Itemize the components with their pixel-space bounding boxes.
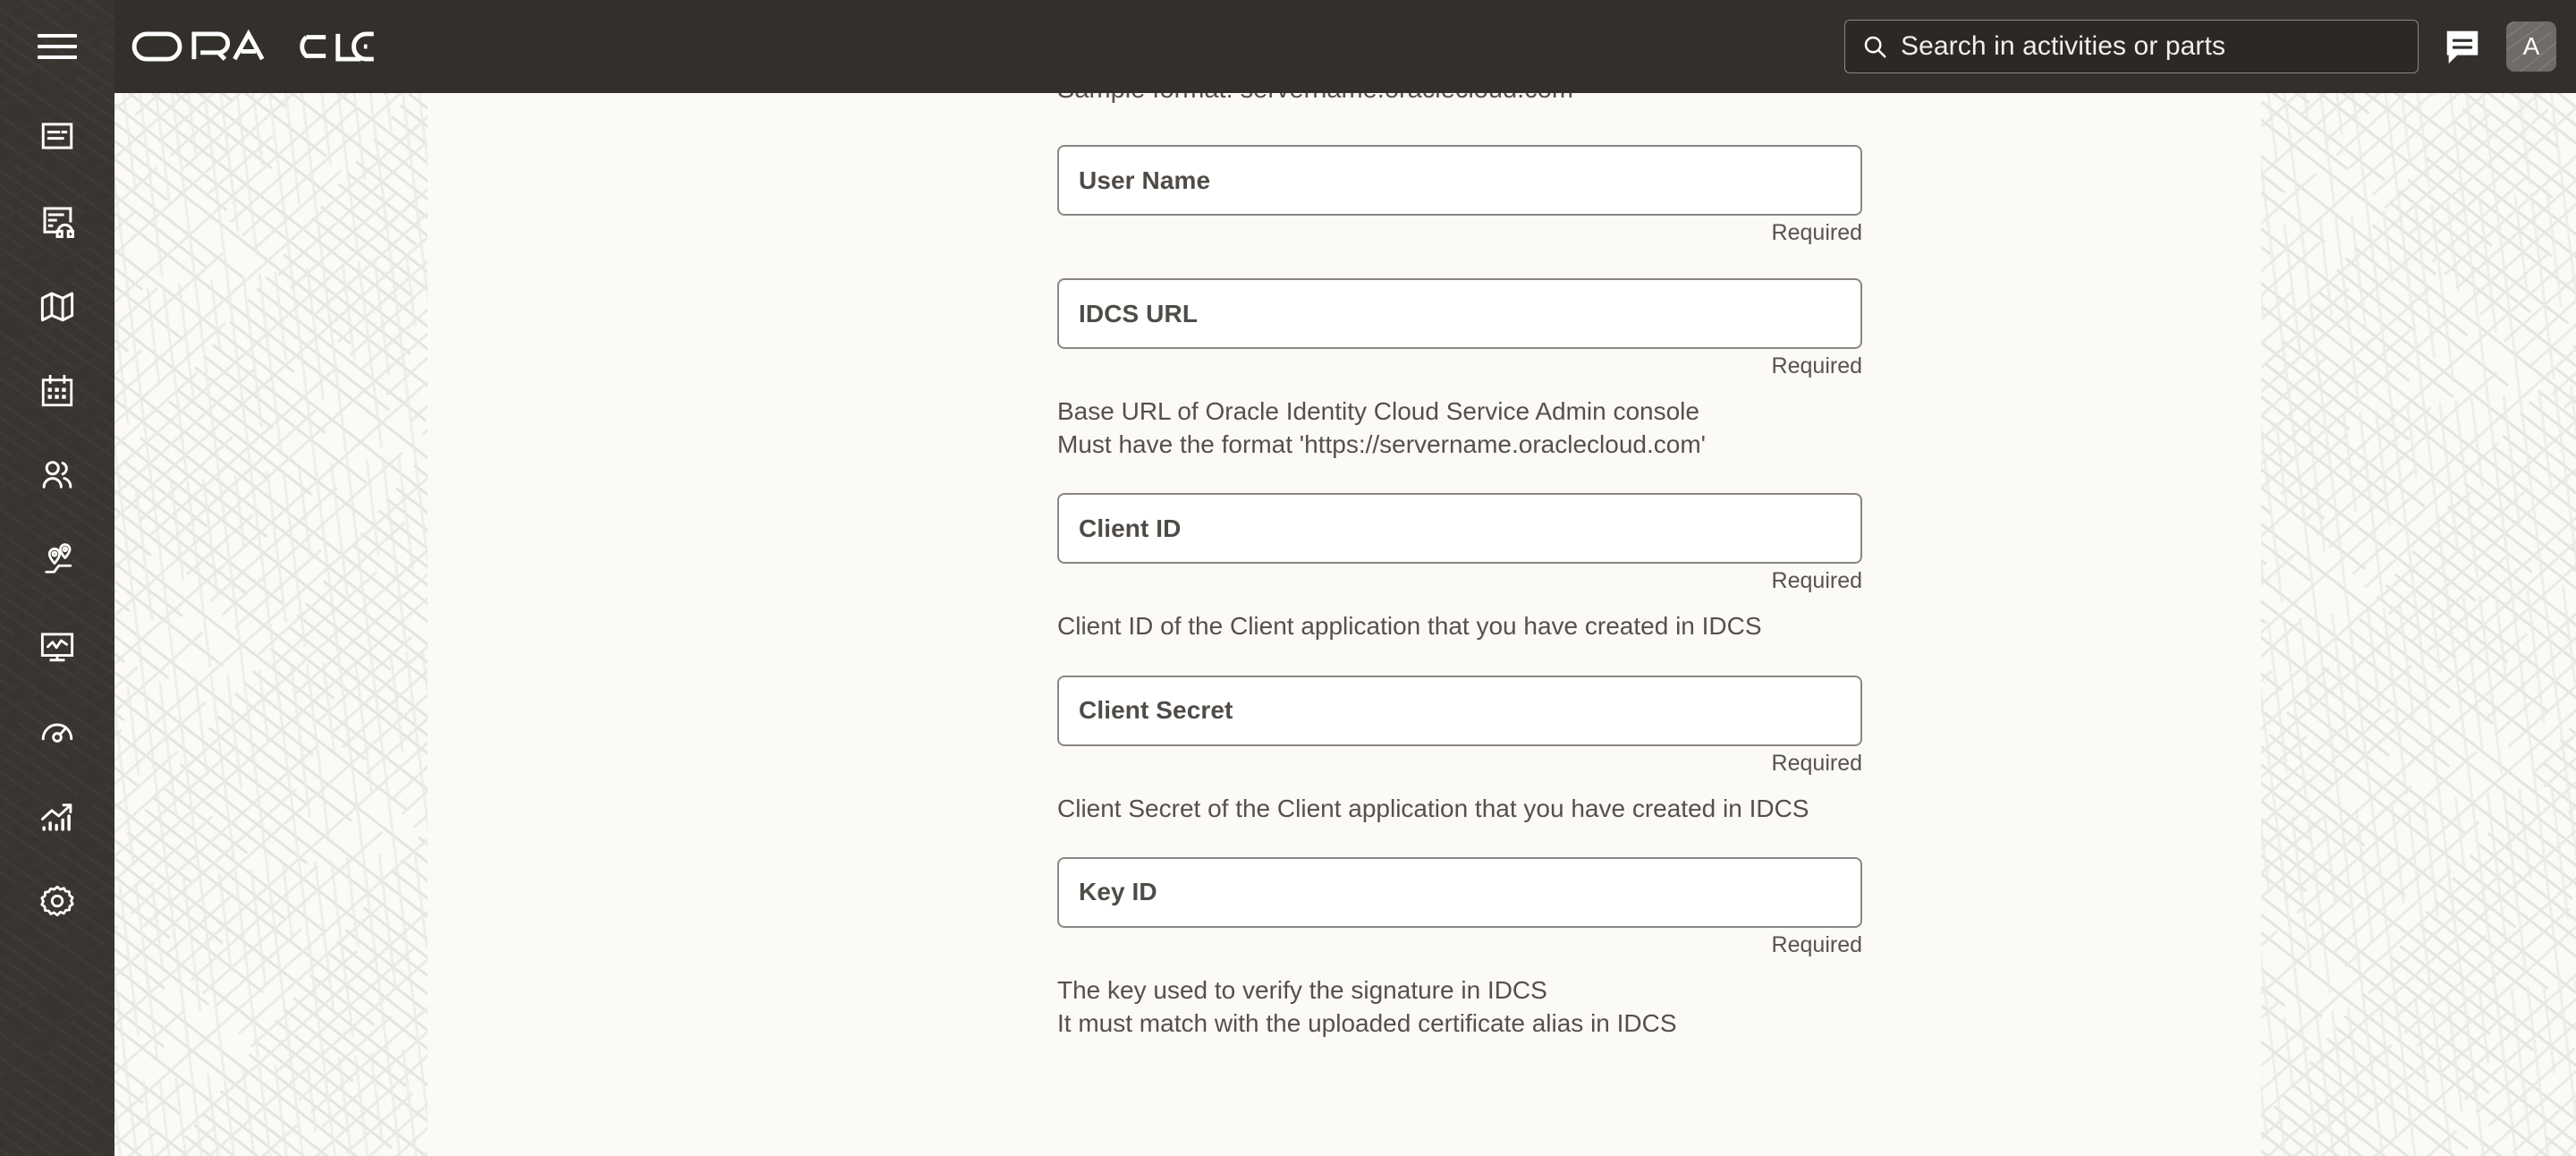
helper-line: Base URL of Oracle Identity Cloud Servic…: [1057, 397, 1699, 426]
sidebar-item-map[interactable]: [0, 263, 114, 348]
key-id-label: Key ID: [1079, 878, 1157, 906]
user-name-required-text: Required: [1771, 220, 1862, 246]
search-input[interactable]: Search in activities or parts: [1844, 20, 2419, 73]
idcs-configuration-form: Sample format: servername.oraclecloud.co…: [1057, 93, 1864, 1040]
sample-format-hint: Sample format: servername.oraclecloud.co…: [1057, 93, 1864, 107]
location-pins-route-icon: [45, 542, 72, 574]
sidebar-item-reports[interactable]: [0, 773, 114, 858]
top-header-bar: Search in activities or parts A: [114, 0, 2576, 93]
sidebar-item-performance[interactable]: [0, 688, 114, 773]
user-name-input[interactable]: User Name: [1057, 145, 1862, 217]
form-field-key-id: Key ID Required The key used to verify t…: [1057, 856, 1864, 1040]
idcs-url-required-text: Required: [1771, 353, 1862, 379]
form-field-user-name: User Name Required: [1057, 145, 1864, 246]
key-id-helper-text: The key used to verify the signature in …: [1057, 973, 1864, 1040]
calendar-icon: [41, 374, 73, 406]
form-field-idcs-url: IDCS URL Required Base URL of Oracle Ide…: [1057, 278, 1864, 461]
helper-line: Must have the format 'https://servername…: [1057, 430, 1707, 459]
content-stage: Sample format: servername.oraclecloud.co…: [114, 93, 2576, 1156]
helper-line: The key used to verify the signature in …: [1057, 975, 1547, 1004]
sidebar-item-service-requests[interactable]: [0, 178, 114, 263]
gear-icon: [40, 885, 74, 916]
key-id-required-text: Required: [1771, 931, 1862, 957]
document-headset-icon: [43, 207, 74, 238]
hamburger-menu-icon[interactable]: [0, 0, 114, 93]
client-secret-helper-text: Client Secret of the Client application …: [1057, 792, 1864, 825]
document-list-icon: [41, 122, 73, 149]
form-field-client-secret: Client Secret Required Client Secret of …: [1057, 675, 1864, 825]
sidebar-item-configuration[interactable]: [0, 858, 114, 943]
client-id-helper-text: Client ID of the Client application that…: [1057, 609, 1864, 642]
sidebar-item-resources[interactable]: [0, 433, 114, 518]
oracle-logo: [131, 29, 375, 64]
client-secret-input[interactable]: Client Secret: [1057, 675, 1862, 746]
search-icon: [1864, 36, 1886, 58]
header-actions: Search in activities or parts A: [1844, 20, 2576, 73]
avatar[interactable]: A: [2506, 21, 2556, 72]
chat-bubble-icon: [2446, 30, 2479, 64]
client-id-required-text: Required: [1771, 568, 1862, 594]
idcs-url-label: IDCS URL: [1079, 299, 1199, 327]
idcs-url-input[interactable]: IDCS URL: [1057, 278, 1862, 350]
sidebar-item-activities[interactable]: [0, 93, 114, 178]
search-placeholder-text: Search in activities or parts: [1901, 31, 2226, 61]
avatar-initial: A: [2522, 32, 2540, 60]
collaboration-button[interactable]: [2438, 22, 2487, 71]
key-id-input[interactable]: Key ID: [1057, 856, 1862, 928]
client-id-input[interactable]: Client ID: [1057, 493, 1862, 565]
application-window: Search in activities or parts A User Nam…: [0, 0, 2576, 1156]
gauge-icon: [41, 723, 73, 743]
primary-sidebar: [0, 0, 114, 1156]
client-secret-label: Client Secret: [1079, 696, 1233, 725]
two-people-icon: [42, 460, 72, 489]
client-secret-required-text: Required: [1771, 750, 1862, 776]
client-id-label: Client ID: [1079, 514, 1182, 542]
settings-form-panel: Sample format: servername.oraclecloud.co…: [428, 93, 2261, 1156]
helper-line: Client Secret of the Client application …: [1057, 794, 1809, 822]
trend-bars-icon: [40, 803, 72, 831]
monitor-activity-icon: [40, 632, 74, 661]
map-icon: [40, 292, 74, 321]
helper-line: Client ID of the Client application that…: [1057, 612, 1762, 641]
idcs-url-helper-text: Base URL of Oracle Identity Cloud Servic…: [1057, 395, 1864, 461]
sidebar-item-calendar[interactable]: [0, 348, 114, 433]
sidebar-item-dispatch-console[interactable]: [0, 603, 114, 688]
user-name-label: User Name: [1079, 166, 1211, 194]
form-field-client-id: Client ID Required Client ID of the Clie…: [1057, 493, 1864, 642]
sidebar-item-routing[interactable]: [0, 518, 114, 603]
helper-line: It must match with the uploaded certific…: [1057, 1009, 1677, 1038]
